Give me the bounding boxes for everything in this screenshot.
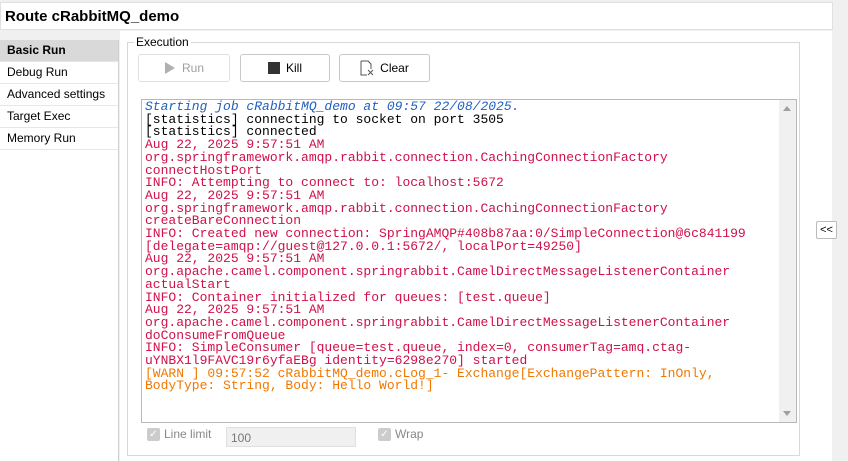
wrap-checkbox[interactable]: ✓ Wrap xyxy=(378,427,423,441)
scroll-up-icon[interactable] xyxy=(783,106,791,111)
sidebar-item-target-exec[interactable]: Target Exec xyxy=(0,106,118,128)
sidebar-item-memory-run[interactable]: Memory Run xyxy=(0,128,118,150)
run-button[interactable]: Run xyxy=(138,54,230,82)
console-lines: Starting job cRabbitMQ_demo at 09:57 22/… xyxy=(145,100,779,394)
clear-document-icon xyxy=(360,60,374,76)
run-sidebar: Basic Run Debug Run Advanced settings Ta… xyxy=(0,40,119,461)
sidebar-item-advanced-settings[interactable]: Advanced settings xyxy=(0,84,118,106)
checkbox-checked-icon: ✓ xyxy=(378,427,391,441)
line-limit-input[interactable]: 100 xyxy=(226,427,356,447)
scroll-down-icon[interactable] xyxy=(783,411,791,416)
console-output[interactable]: Starting job cRabbitMQ_demo at 09:57 22/… xyxy=(141,99,797,423)
execution-group-label: Execution xyxy=(134,35,191,49)
kill-button[interactable]: Kill xyxy=(240,54,330,82)
clear-button[interactable]: Clear xyxy=(339,54,430,82)
sidebar-item-basic-run[interactable]: Basic Run xyxy=(0,40,118,62)
route-title: Route cRabbitMQ_demo xyxy=(0,2,833,30)
console-scrollbar[interactable] xyxy=(779,100,796,422)
line-limit-label: Line limit xyxy=(164,427,212,441)
console-line: org.apache.camel.component.springrabbit.… xyxy=(145,264,731,280)
play-icon xyxy=(164,62,175,74)
sidebar-item-debug-run[interactable]: Debug Run xyxy=(0,62,118,84)
run-label: Run xyxy=(181,61,204,75)
console-line: BodyType: String, Body: Hello World!] xyxy=(145,378,434,394)
checkbox-checked-icon: ✓ xyxy=(147,427,160,441)
clear-label: Clear xyxy=(380,61,409,75)
collapse-button[interactable]: << xyxy=(816,221,837,239)
line-limit-checkbox[interactable]: ✓ Line limit xyxy=(147,427,211,441)
wrap-label: Wrap xyxy=(395,427,424,441)
stop-icon xyxy=(267,62,280,74)
kill-label: Kill xyxy=(285,61,302,75)
